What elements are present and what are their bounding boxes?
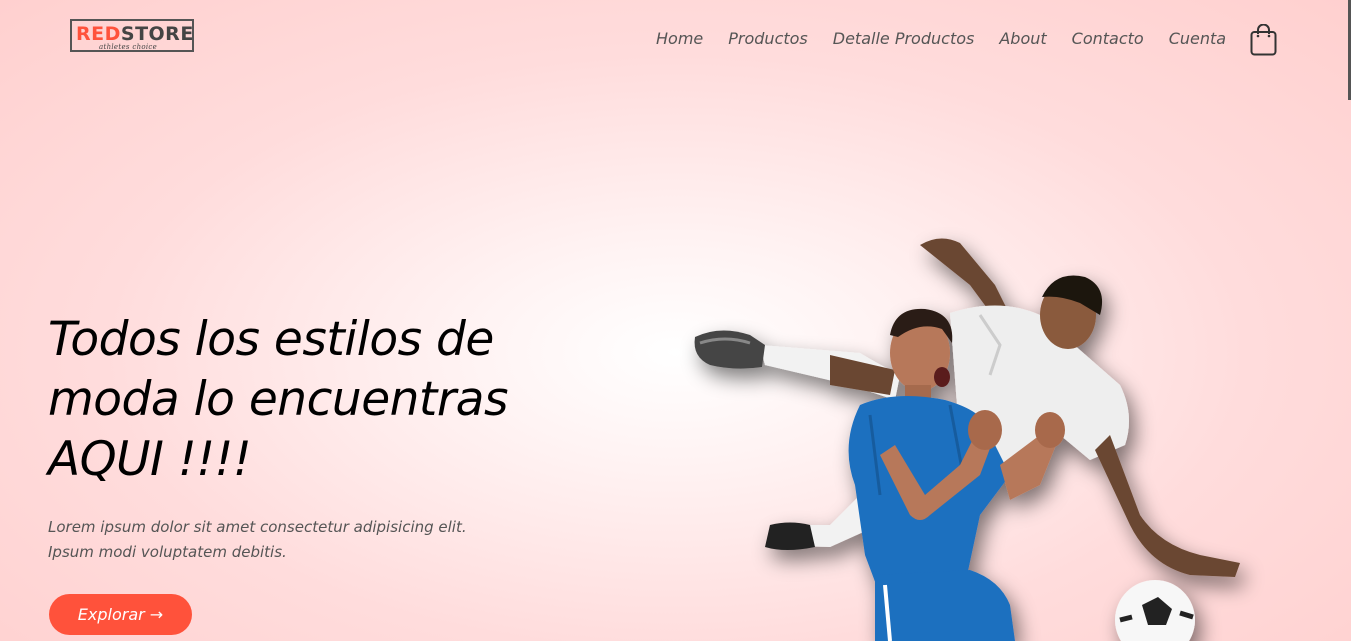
nav-item-detalle-productos[interactable]: Detalle Productos <box>833 29 975 49</box>
hero-headline-line: moda lo encuentras <box>48 372 508 427</box>
hero-description: Lorem ipsum dolor sit amet consectetur a… <box>48 515 528 565</box>
nav-item-home[interactable]: Home <box>656 29 703 49</box>
nav-item-contacto[interactable]: Contacto <box>1072 29 1144 49</box>
hero-description-line: Ipsum modi voluptatem debitis. <box>48 543 287 561</box>
main-nav: Home Productos Detalle Productos About C… <box>656 29 1251 49</box>
hero-headline-line: AQUI !!!! <box>48 432 252 487</box>
hero-image-soccer-players <box>694 238 1240 641</box>
logo-tagline: athletes choice <box>99 43 158 51</box>
hero-headline: Todos los estilos de moda lo encuentras … <box>48 310 608 490</box>
explore-button[interactable]: Explorar → <box>49 594 192 635</box>
nav-item-cuenta[interactable]: Cuenta <box>1169 29 1226 49</box>
nav-item-productos[interactable]: Productos <box>728 29 808 49</box>
logo-wordmark: REDSTORE <box>76 23 194 45</box>
brand-logo[interactable]: REDSTORE athletes choice <box>70 19 194 52</box>
hero-description-line: Lorem ipsum dolor sit amet consectetur a… <box>48 518 467 536</box>
hero-headline-line: Todos los estilos de <box>48 312 494 367</box>
nav-item-about[interactable]: About <box>999 29 1046 49</box>
shopping-bag-icon[interactable] <box>1250 23 1277 56</box>
